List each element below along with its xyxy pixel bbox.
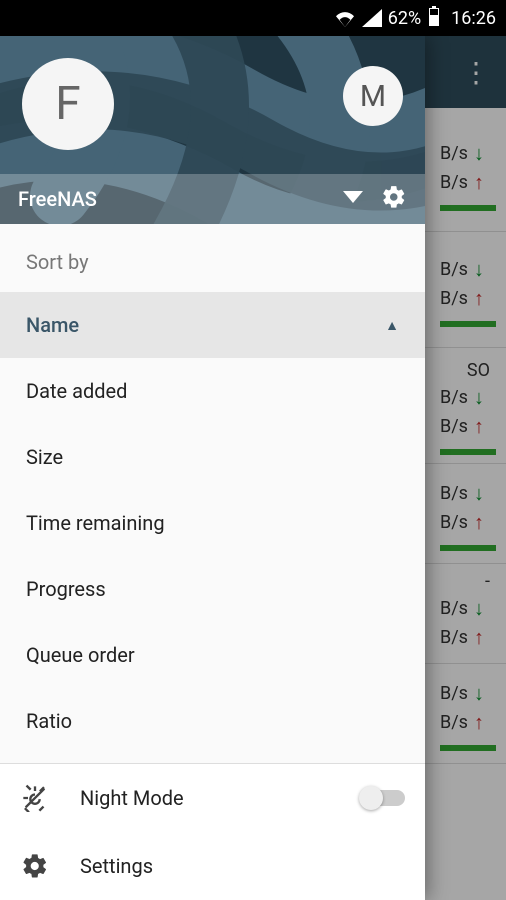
settings-row[interactable]: Settings — [0, 832, 425, 900]
avatar-secondary-letter: M — [360, 79, 386, 114]
drawer-header: F M FreeNAS — [0, 36, 425, 224]
sort-item-queue-order[interactable]: Queue order — [0, 622, 425, 688]
status-bar: 62% 16:26 — [0, 0, 506, 36]
nav-drawer: F M FreeNAS Sort by Name ▲ Date added Size T… — [0, 36, 425, 900]
clock: 16:26 — [451, 8, 496, 29]
sort-item-size[interactable]: Size — [0, 424, 425, 490]
settings-gear-icon — [20, 852, 50, 880]
sort-item-label: Name — [26, 313, 79, 337]
sort-item-label: Progress — [26, 577, 106, 601]
avatar-primary-letter: F — [55, 77, 80, 131]
wifi-icon — [334, 9, 356, 27]
sort-item-name[interactable]: Name ▲ — [0, 292, 425, 358]
drawer-footer: Night Mode Settings — [0, 763, 425, 900]
sort-item-label: Queue order — [26, 643, 135, 667]
chevron-down-icon[interactable] — [343, 190, 363, 209]
sort-ascending-icon: ▲ — [385, 317, 399, 334]
sort-item-progress[interactable]: Progress — [0, 556, 425, 622]
sort-item-label: Date added — [26, 379, 127, 403]
server-name: FreeNAS — [18, 187, 343, 211]
sort-item-time-remaining[interactable]: Time remaining — [0, 490, 425, 556]
server-selector-row[interactable]: FreeNAS — [0, 174, 425, 224]
signal-icon — [362, 9, 382, 27]
sort-item-label: Ratio — [26, 709, 72, 733]
night-mode-toggle[interactable] — [361, 790, 405, 806]
battery-icon — [427, 6, 441, 31]
night-mode-row[interactable]: Night Mode — [0, 764, 425, 832]
drawer-scroll[interactable]: Sort by Name ▲ Date added Size Time remainin… — [0, 224, 425, 763]
sort-item-label: Size — [26, 445, 63, 469]
sort-item-ratio[interactable]: Ratio — [0, 688, 425, 754]
avatar-primary[interactable]: F — [22, 58, 114, 150]
gear-icon[interactable] — [381, 184, 407, 214]
settings-label: Settings — [80, 854, 153, 878]
sort-item-date-added[interactable]: Date added — [0, 358, 425, 424]
avatar-secondary[interactable]: M — [343, 66, 403, 126]
sort-item-label: Time remaining — [26, 511, 165, 535]
battery-percent: 62% — [388, 8, 421, 29]
sort-section-title: Sort by — [0, 224, 425, 292]
night-mode-icon — [20, 784, 50, 812]
night-mode-label: Night Mode — [80, 786, 184, 810]
